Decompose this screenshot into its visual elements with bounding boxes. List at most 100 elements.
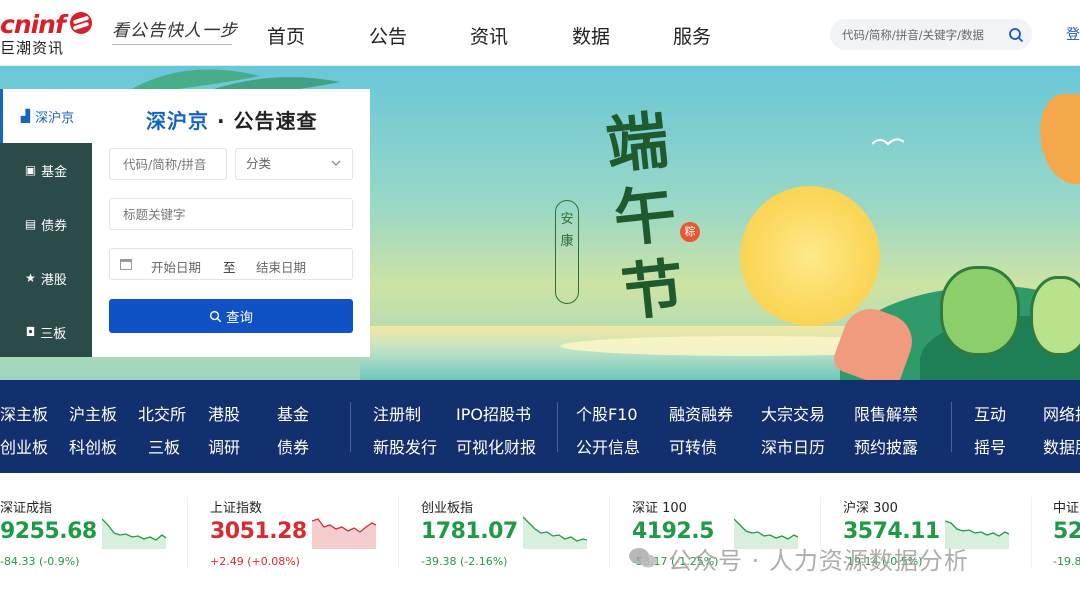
keyword-field bbox=[109, 198, 353, 230]
date-range-field[interactable]: 开始日期 至 结束日期 bbox=[109, 248, 353, 280]
search-input[interactable] bbox=[842, 26, 1002, 43]
link-interaction[interactable]: 互动 bbox=[974, 401, 1006, 425]
link-online-vote[interactable]: 网络投 bbox=[1043, 401, 1080, 425]
slogan: 看公告快人一步 bbox=[112, 21, 238, 41]
tab-hk-stock[interactable]: ★ 港股 bbox=[0, 251, 92, 305]
link-public-info[interactable]: 公开信息 bbox=[576, 434, 640, 458]
market-tabs: ▟ 深沪京 ▣ 基金 ▤ 债券 ★ 港股 ◘ 三板 bbox=[0, 89, 92, 357]
end-date[interactable]: 结束日期 bbox=[256, 257, 306, 276]
sparkline-down bbox=[102, 518, 166, 549]
keyword-input[interactable] bbox=[110, 199, 352, 229]
festival-title: 端午节 bbox=[602, 103, 688, 330]
link-lottery[interactable]: 摇号 bbox=[974, 434, 1006, 458]
start-date[interactable]: 开始日期 bbox=[151, 257, 201, 276]
date-separator: 至 bbox=[223, 260, 236, 275]
ticker-name: 上证指数 bbox=[210, 501, 263, 516]
search-icon[interactable] bbox=[1006, 25, 1026, 45]
ticker-sz-component[interactable]: 深证成指 9255.68 -84.33 (-0.9%) bbox=[0, 473, 210, 583]
nav-services[interactable]: 服务 bbox=[673, 22, 711, 49]
ticker-name: 沪深 300 bbox=[843, 501, 898, 516]
tab-shenhujing[interactable]: ▟ 深沪京 bbox=[0, 89, 92, 143]
watermark-text: 公众号 · 人力资源数据分析 bbox=[668, 547, 969, 575]
page: cninf 巨潮资讯 看公告快人一步 首页 公告 资讯 数据 服务 登 bbox=[0, 0, 1080, 604]
watermark: 公众号 · 人力资源数据分析 bbox=[628, 541, 969, 576]
link-star-market[interactable]: 科创板 bbox=[69, 434, 117, 458]
nav-news[interactable]: 资讯 bbox=[470, 22, 508, 49]
ticker-csi-partial[interactable]: 中证 520 -19.82 bbox=[1053, 473, 1080, 583]
link-research[interactable]: 调研 bbox=[208, 434, 240, 458]
link-convertible-bond[interactable]: 可转债 bbox=[669, 434, 717, 458]
link-new-issues[interactable]: 新股发行 bbox=[373, 434, 437, 458]
category-value: 分类 bbox=[246, 156, 272, 171]
ticker-chinext-index[interactable]: 创业板指 1781.07 -39.38 (-2.16%) bbox=[421, 473, 631, 583]
link-f10[interactable]: 个股F10 bbox=[576, 401, 638, 425]
link-registration[interactable]: 注册制 bbox=[373, 401, 421, 425]
link-ipo-prospectus[interactable]: IPO招股书 bbox=[456, 401, 531, 425]
link-hk-stock[interactable]: 港股 bbox=[208, 401, 240, 425]
zongzi-character bbox=[1030, 276, 1080, 356]
calendar-icon bbox=[120, 259, 132, 270]
ticker-change: -39.38 (-2.16%) bbox=[421, 555, 508, 568]
ticker-sh-composite[interactable]: 上证指数 3051.28 +2.49 (+0.08%) bbox=[210, 473, 420, 583]
ticker-change: +2.49 (+0.08%) bbox=[210, 555, 300, 568]
tab-label: 基金 bbox=[41, 164, 68, 180]
fan-illustration bbox=[1040, 94, 1080, 184]
tab-bond[interactable]: ▤ 债券 bbox=[0, 197, 92, 251]
link-sz-main-board[interactable]: 深主板 bbox=[0, 401, 48, 425]
bird-icon bbox=[872, 138, 904, 146]
query-button[interactable]: 查询 bbox=[109, 299, 353, 333]
festival-stamp: 粽 bbox=[680, 222, 700, 242]
ticker-name: 深证成指 bbox=[0, 501, 53, 516]
chart-icon: ▟ bbox=[20, 109, 31, 123]
sun-illustration bbox=[740, 186, 880, 326]
ticker-divider bbox=[609, 497, 610, 569]
ticker-value: 9255.68 bbox=[0, 519, 97, 544]
code-input[interactable] bbox=[110, 149, 226, 179]
tab-third-board[interactable]: ◘ 三板 bbox=[0, 305, 92, 359]
link-sz-calendar[interactable]: 深市日历 bbox=[761, 434, 825, 458]
logo-wordmark: cninf bbox=[0, 10, 66, 39]
nav-home[interactable]: 首页 bbox=[267, 22, 305, 49]
category-select[interactable]: 分类 bbox=[235, 148, 353, 180]
ticker-name: 深证 100 bbox=[632, 501, 687, 516]
ticker-value: 1781.07 bbox=[421, 519, 518, 544]
briefcase-icon: ◘ bbox=[25, 325, 36, 339]
link-margin-trading[interactable]: 融资融券 bbox=[669, 401, 733, 425]
link-bse[interactable]: 北交所 bbox=[138, 401, 186, 425]
link-lockup-expiry[interactable]: 限售解禁 bbox=[854, 401, 918, 425]
nav-data[interactable]: 数据 bbox=[572, 22, 610, 49]
announcement-query-panel: 深沪京 · 公告速查 分类 开始日期 至 结束日期 查询 bbox=[92, 89, 370, 357]
search-icon bbox=[209, 310, 222, 322]
link-data-service[interactable]: 数据服 bbox=[1043, 434, 1080, 458]
link-sh-main-board[interactable]: 沪主板 bbox=[69, 401, 117, 425]
link-bond[interactable]: 债券 bbox=[277, 434, 309, 458]
site-search bbox=[830, 19, 1032, 50]
panel-title: 深沪京 · 公告速查 bbox=[146, 105, 318, 134]
tab-label: 债券 bbox=[41, 218, 68, 234]
quick-links-band bbox=[0, 380, 1080, 473]
panel-title-highlight: 深沪京 bbox=[146, 109, 209, 133]
cninfo-logo[interactable]: cninf 巨潮资讯 bbox=[0, 10, 96, 58]
logo-mark-icon bbox=[70, 12, 92, 34]
link-chinext[interactable]: 创业板 bbox=[0, 434, 48, 458]
tab-label: 三板 bbox=[40, 326, 67, 342]
band-divider bbox=[951, 402, 952, 452]
tab-fund[interactable]: ▣ 基金 bbox=[0, 143, 92, 197]
link-block-trade[interactable]: 大宗交易 bbox=[761, 401, 825, 425]
ticker-change: -19.82 bbox=[1053, 555, 1080, 568]
link-fund[interactable]: 基金 bbox=[277, 401, 309, 425]
nav-announcements[interactable]: 公告 bbox=[369, 22, 407, 49]
link-visual-reports[interactable]: 可视化财报 bbox=[456, 434, 536, 458]
tab-label: 港股 bbox=[40, 272, 67, 288]
link-third-board[interactable]: 三板 bbox=[148, 434, 180, 458]
zongzi-character bbox=[940, 266, 1020, 356]
band-divider bbox=[350, 402, 351, 452]
link-scheduled-disclosure[interactable]: 预约披露 bbox=[854, 434, 918, 458]
star-icon: ★ bbox=[25, 271, 36, 285]
login-link[interactable]: 登 bbox=[1066, 24, 1080, 44]
ticker-value: 3051.28 bbox=[210, 519, 307, 544]
ticker-value: 520 bbox=[1053, 519, 1080, 544]
band-divider bbox=[557, 402, 558, 452]
code-field bbox=[109, 148, 227, 180]
wallet-icon: ▣ bbox=[24, 163, 37, 177]
